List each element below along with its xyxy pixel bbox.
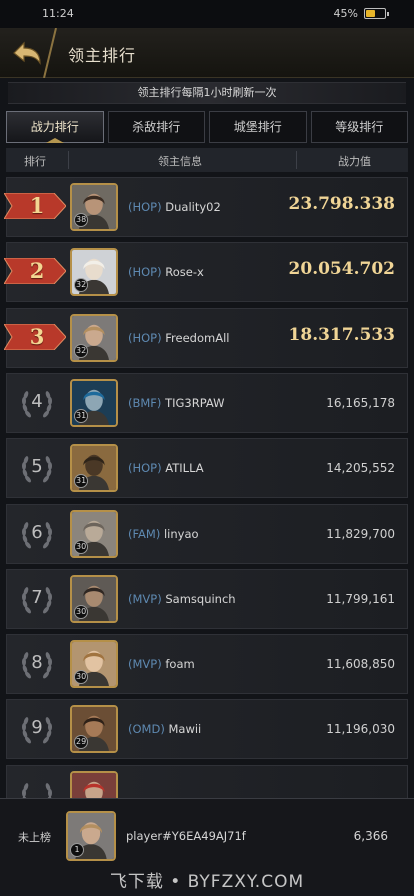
player-name: linyao [163,526,199,541]
ranking-row[interactable]: 9 29 (OMD) Mawii 11,196,030 [6,699,408,760]
player-name: Samsquinch [165,591,236,606]
rank-number: 2 [29,258,45,284]
tab-castle-ranking[interactable]: 城堡排行 [209,111,307,143]
status-time: 11:24 [42,7,74,20]
power-value: 11,196,030 [326,722,395,737]
tab-kill-ranking[interactable]: 杀敌排行 [107,111,205,143]
refresh-notice: 领主排行每隔1小时刷新一次 [8,82,406,104]
power-value: 20.054.702 [288,259,395,280]
level-badge: 31 [74,408,89,423]
rank-number: 1 [29,193,45,218]
my-player-name: player#Y6EA49AJ71f [126,829,246,843]
page-title: 领主排行 [68,46,137,65]
player-info: (MVP) foam [128,657,195,671]
rank-number: 4 [31,390,43,412]
power-value: 11,608,850 [326,657,395,672]
ranking-row[interactable]: 4 31 (BMF) TIG3RPAW 16,165,178 [6,372,408,433]
my-rank-bar: 未上榜 1 player#Y6EA49AJ71f 6,366 飞下载 • BYF… [0,798,414,896]
ranking-row[interactable]: 8 30 (MVP) foam 11,608,850 [6,634,408,695]
header-divider [43,28,57,78]
column-header: 排行 领主信息 战力值 [6,148,408,172]
player-info: (MVP) Samsquinch [128,592,236,606]
player-avatar[interactable]: 30 [70,640,118,689]
ranking-row[interactable]: 3 32 (HOP) FreedomAll 18.317.533 [4,307,408,368]
player-info: (HOP) ATILLA [128,461,204,475]
player-avatar[interactable]: 32 [70,248,118,297]
column-rank: 排行 [24,155,46,168]
tab-power-ranking[interactable]: 战力排行 [6,111,104,143]
player-name: Duality02 [165,200,221,214]
player-avatar[interactable]: 32 [70,313,118,362]
alliance-tag: (OMD) [128,722,165,737]
ranking-row[interactable]: 1 38 (HOP) Duality02 23.798.338 [4,177,408,237]
player-name: FreedomAll [165,330,230,345]
power-value: 16,165,178 [326,395,395,410]
power-value: 11,799,161 [326,591,395,606]
rank-number: 6 [31,521,43,543]
player-info: (HOP) FreedomAll [128,331,229,345]
player-name: ATILLA [165,461,204,476]
tab-level-ranking[interactable]: 等级排行 [310,111,408,143]
column-power: 战力值 [338,155,371,168]
ranking-row[interactable]: 5 31 (HOP) ATILLA 14,205,552 [6,438,408,499]
alliance-tag: (HOP) [128,330,162,345]
alliance-tag: (FAM) [128,526,161,541]
header: 领主排行 [0,28,414,78]
alliance-tag: (BMF) [128,395,162,410]
power-value: 11,829,700 [326,526,395,541]
column-divider [68,151,69,169]
alliance-tag: (HOP) [128,461,162,476]
battery-percent: 45% [333,7,358,20]
alliance-tag: (HOP) [128,200,162,214]
player-avatar[interactable]: 31 [70,444,118,493]
my-avatar[interactable]: 1 [66,811,116,861]
my-level-badge: 1 [70,843,84,857]
level-badge: 30 [74,604,89,619]
my-power: 6,366 [353,829,388,843]
player-name: TIG3RPAW [165,395,225,410]
ranking-tabs: 战力排行 杀敌排行 城堡排行 等级排行 [6,111,408,144]
alliance-tag: (HOP) [128,265,162,280]
player-info: (OMD) Mawii [128,722,201,736]
alliance-tag: (MVP) [128,657,162,672]
player-name: foam [165,657,195,672]
battery-icon [364,8,389,19]
level-badge: 30 [74,539,89,554]
power-value: 14,205,552 [326,461,395,476]
player-info: (HOP) Duality02 [128,200,221,214]
column-divider [296,151,297,169]
player-info: (FAM) linyao [128,527,199,541]
rank-number: 5 [31,456,43,478]
player-avatar[interactable]: 29 [70,705,118,754]
ranking-row[interactable]: 7 30 (MVP) Samsquinch 11,799,161 [6,568,408,629]
player-avatar[interactable]: 30 [70,574,118,623]
watermark: 飞下载 • BYFZXY.COM [109,872,305,892]
power-value: 23.798.338 [288,194,395,214]
player-info: (HOP) Rose-x [128,265,204,279]
ranking-row[interactable]: 6 30 (FAM) linyao 11,829,700 [6,503,408,564]
rank-number: 7 [31,586,43,608]
player-avatar[interactable]: 38 [70,183,118,231]
rank-number: 3 [29,323,45,349]
player-name: Rose-x [165,265,204,280]
player-avatar[interactable]: 30 [70,509,118,558]
level-badge: 32 [74,343,89,358]
alliance-tag: (MVP) [128,591,162,606]
rank-number: 9 [31,717,43,739]
player-name: Mawii [168,722,202,737]
status-bar: 11:24 45% [0,0,414,28]
power-value: 18.317.533 [288,324,395,345]
rank-number: 8 [31,652,43,674]
ranking-row[interactable]: 2 32 (HOP) Rose-x 20.054.702 [4,242,408,303]
column-lord-info: 领主信息 [158,155,202,168]
my-rank-label: 未上榜 [18,831,51,844]
player-info: (BMF) TIG3RPAW [128,396,225,410]
player-avatar[interactable]: 31 [70,378,118,427]
